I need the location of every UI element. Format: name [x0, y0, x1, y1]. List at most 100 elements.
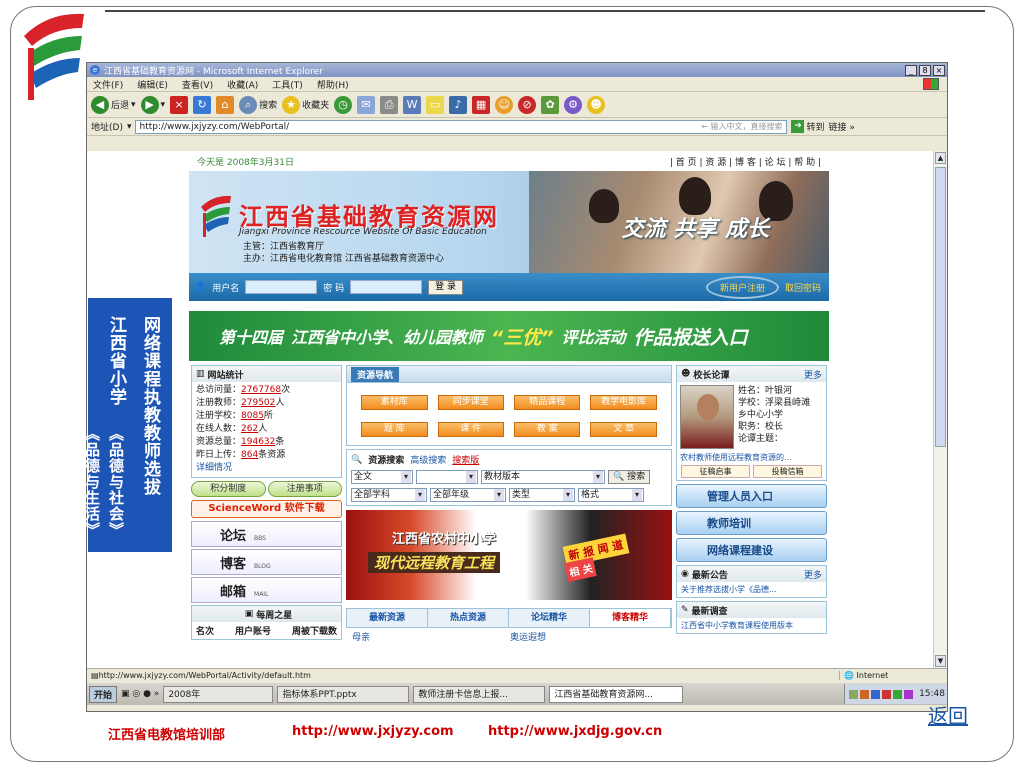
- tray-icon[interactable]: [860, 689, 870, 699]
- start-button[interactable]: 开始: [89, 685, 118, 703]
- points-rules-button[interactable]: 积分制度: [191, 481, 266, 497]
- notice-item[interactable]: 关于推荐选拔小学《品德...: [677, 582, 826, 597]
- register-link[interactable]: 新用户注册: [705, 275, 779, 299]
- nav-movie-lib[interactable]: 教学电影库: [590, 395, 657, 410]
- keyword-input[interactable]: [416, 470, 479, 484]
- menu-help[interactable]: 帮助(H): [317, 78, 349, 91]
- links-button[interactable]: 链接 »: [829, 120, 855, 133]
- nav-lesson-plan[interactable]: 教 案: [513, 422, 581, 437]
- history-icon[interactable]: ◷: [334, 95, 353, 114]
- nav-materials[interactable]: 素材库: [361, 395, 428, 410]
- format-select[interactable]: 格式: [578, 488, 645, 502]
- taskbar-item-active[interactable]: 江西省基础教育资源网...: [549, 685, 684, 703]
- smile-icon[interactable]: ☻: [587, 95, 606, 114]
- footer-url-2[interactable]: http://www.jxdjg.gov.cn: [488, 724, 662, 739]
- grid-icon[interactable]: ▦: [472, 95, 491, 114]
- tab-blog-best[interactable]: 博客精华: [589, 609, 671, 627]
- teacher-training-button[interactable]: 教师培训: [675, 511, 827, 535]
- type-select[interactable]: 类型: [509, 488, 576, 502]
- scroll-down-arrow[interactable]: ▼: [935, 655, 946, 667]
- return-link[interactable]: 返回: [928, 700, 968, 729]
- admin-entry-button[interactable]: 管理人员入口: [675, 484, 827, 508]
- gear-icon[interactable]: ⚙: [564, 95, 583, 114]
- sanyou-banner[interactable]: 第十四届 江西省中小学、幼儿园教师 “三优” 评比活动 作品报送入口: [189, 311, 829, 361]
- list-item[interactable]: 奥运遐想: [510, 630, 546, 643]
- edit-icon[interactable]: W: [403, 95, 422, 114]
- registration-notes-button[interactable]: 注册事项: [267, 481, 343, 497]
- login-button[interactable]: 登 录: [428, 279, 463, 295]
- password-input[interactable]: [350, 280, 423, 294]
- refresh-icon[interactable]: ↻: [193, 95, 212, 114]
- blog-link[interactable]: 博客 BLOG: [191, 549, 343, 575]
- address-input[interactable]: http://www.jxjyzy.com/WebPortal/ ← 输入中文，…: [135, 119, 788, 134]
- stop-icon[interactable]: ×: [170, 95, 189, 114]
- search-submit-button[interactable]: 🔍 搜索: [608, 470, 651, 484]
- recover-password-link[interactable]: 取回密码: [785, 281, 829, 294]
- notice-more-link[interactable]: 更多: [804, 568, 826, 581]
- footer-url-1[interactable]: http://www.jxjyzy.com: [292, 724, 454, 739]
- home-icon[interactable]: ⌂: [216, 95, 235, 114]
- taskbar-item[interactable]: 2008年: [163, 685, 274, 703]
- nav-quality-course[interactable]: 精品课程: [513, 395, 581, 410]
- nav-courseware[interactable]: 课 件: [437, 422, 504, 437]
- nav-sync-class[interactable]: 同步课堂: [437, 395, 504, 410]
- online-course-button[interactable]: 网络课程建设: [675, 538, 827, 562]
- scroll-thumb[interactable]: [935, 167, 946, 447]
- plugin-icon[interactable]: ✿: [541, 95, 560, 114]
- tray-icon[interactable]: [893, 689, 903, 699]
- block-icon[interactable]: ⊘: [518, 95, 537, 114]
- tab-forum-best[interactable]: 论坛精华: [509, 609, 590, 627]
- mp3-icon[interactable]: ♪: [449, 95, 468, 114]
- forward-button[interactable]: ▶ ▾: [140, 95, 165, 114]
- mail-icon[interactable]: ✉: [357, 95, 376, 114]
- submission-mailbox-button[interactable]: 投稿信箱: [752, 465, 822, 478]
- grade-select[interactable]: 全部年级: [430, 488, 507, 502]
- restore-button[interactable]: 8: [919, 64, 931, 76]
- scroll-up-arrow[interactable]: ▲: [935, 152, 946, 164]
- rural-distance-edu-banner[interactable]: 江西省农村中小学 现代远程教育工程 新 报 闻 道 相 关: [346, 510, 672, 600]
- tab-latest[interactable]: 最新资源: [347, 609, 429, 627]
- principal-more-link[interactable]: 更多: [804, 368, 826, 381]
- tray-icon[interactable]: [871, 689, 881, 699]
- search-version-link[interactable]: 搜索版: [452, 453, 479, 466]
- mail-link[interactable]: 邮箱 MAIL: [191, 577, 343, 603]
- close-button[interactable]: ×: [933, 64, 945, 76]
- favorites-button[interactable]: ★ 收藏夹: [282, 95, 329, 114]
- nav-question-bank[interactable]: 题 库: [361, 422, 428, 437]
- tray-icon[interactable]: [904, 689, 914, 699]
- menu-tools[interactable]: 工具(T): [272, 78, 303, 91]
- back-button[interactable]: ◀ 后退 ▾: [91, 95, 136, 114]
- menu-file[interactable]: 文件(F): [93, 78, 123, 91]
- taskbar-item[interactable]: 教师注册卡信息上报...: [413, 685, 546, 703]
- forum-link[interactable]: 论坛 BBS: [191, 521, 343, 547]
- scope-select[interactable]: 全文: [351, 470, 414, 484]
- username-input[interactable]: [245, 280, 318, 294]
- folder-icon[interactable]: ▭: [426, 95, 445, 114]
- vertical-scrollbar[interactable]: ▲ ▼: [933, 151, 947, 668]
- call-for-papers-button[interactable]: 征稿启事: [680, 465, 750, 478]
- menu-favorites[interactable]: 收藏(A): [227, 78, 258, 91]
- messenger-icon[interactable]: ☺: [495, 95, 514, 114]
- principal-topic-link[interactable]: 农村教师使用远程教育资源的...: [677, 452, 826, 463]
- menu-edit[interactable]: 编辑(E): [137, 78, 168, 91]
- tray-icon[interactable]: [882, 689, 892, 699]
- advanced-search-link[interactable]: 高级搜索: [410, 453, 446, 466]
- banner-text: 江西省中小学、幼儿园教师: [291, 328, 484, 347]
- go-button[interactable]: ➜ 转到: [791, 120, 825, 133]
- taskbar-item[interactable]: 指标体系PPT.pptx: [277, 685, 410, 703]
- search-button[interactable]: ⌕ 搜索: [239, 95, 277, 114]
- list-item[interactable]: 母亲: [352, 630, 370, 643]
- survey-item[interactable]: 江西省中小学教育课程使用版本: [677, 618, 826, 633]
- menu-view[interactable]: 查看(V): [182, 78, 213, 91]
- scienceword-download-button[interactable]: ScienceWord 软件下载: [191, 500, 343, 518]
- nav-article[interactable]: 文 章: [590, 422, 657, 437]
- stats-detail-link[interactable]: 详细情况: [196, 462, 337, 475]
- edition-select[interactable]: 教材版本: [481, 470, 606, 484]
- quick-launch-icons[interactable]: ▣ ◎ ● »: [121, 689, 159, 699]
- tab-hot[interactable]: 热点资源: [428, 609, 509, 627]
- site-topnav[interactable]: | 首 页 | 资 源 | 博 客 | 论 坛 | 帮 助 |: [670, 155, 821, 168]
- subject-select[interactable]: 全部学科: [351, 488, 428, 502]
- print-icon[interactable]: ⎙: [380, 95, 399, 114]
- tray-icon[interactable]: [849, 689, 859, 699]
- minimize-button[interactable]: _: [905, 64, 917, 76]
